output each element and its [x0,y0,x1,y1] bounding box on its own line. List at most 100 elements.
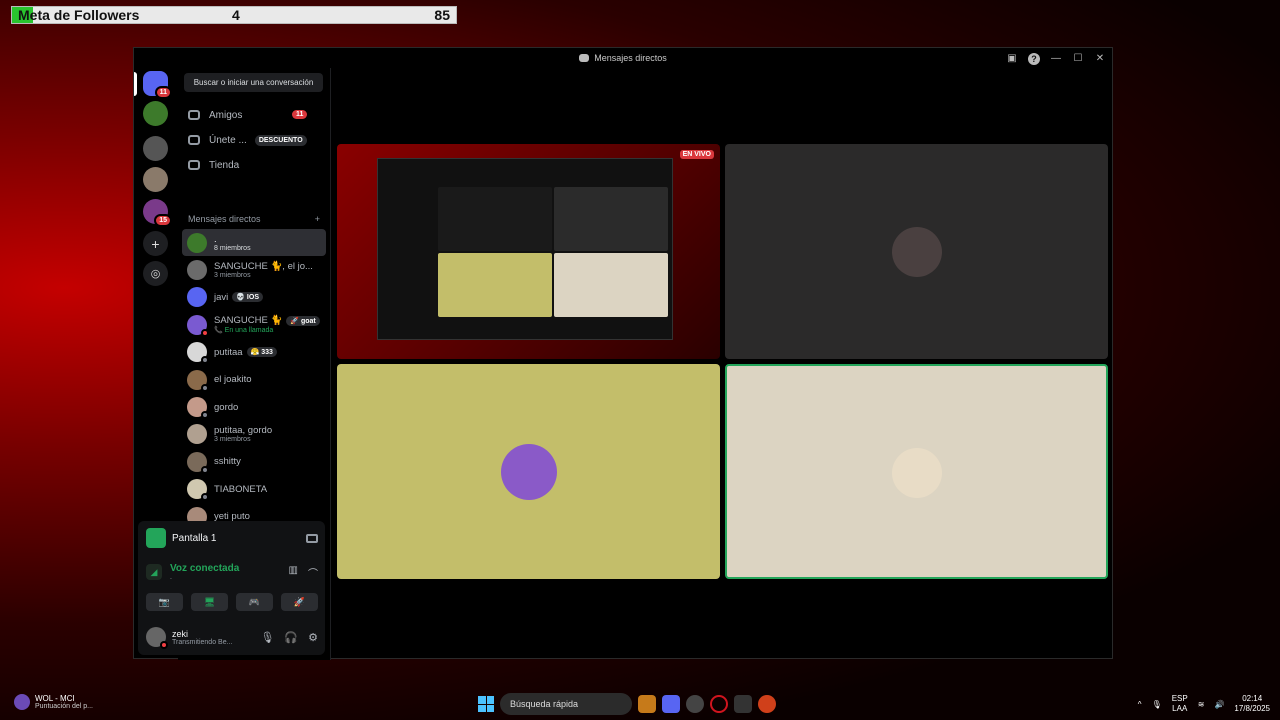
dm-item[interactable]: javi 💀 IOS [182,284,326,311]
dm-item[interactable]: SANGUCHE 🐈 🚀 goat 📞 En una llamada [182,311,326,338]
discover-icon[interactable]: ◎ [143,261,168,286]
minimize-button[interactable]: — [1048,50,1064,66]
volume-icon[interactable]: 🔊 [1214,700,1224,709]
app-icon[interactable] [734,695,752,713]
microphone-icon[interactable]: 🎙 [260,631,274,644]
server-icon-4[interactable]: 15 [143,199,172,227]
user-status: Transmitiendo Be... [172,638,233,646]
search-input[interactable]: Buscar o iniciar una conversación [184,73,323,92]
widget-sub: Puntuación del p... [35,703,93,710]
inbox-icon[interactable]: ▣ [1004,50,1020,66]
avatar [187,451,209,474]
help-icon[interactable]: ? [1026,50,1042,66]
taskbar-apps: Búsqueda rápida [478,693,776,715]
dm-item[interactable]: putitaa 😤 333 [182,339,326,366]
microphone-tray-icon[interactable]: 🎙 [1152,700,1162,709]
time: 02:14 [1242,694,1263,703]
settings-icon[interactable]: ⚙ [308,631,318,644]
dm-sub: 3 miembros [214,436,251,444]
dm-name: TIABONETA [214,483,268,495]
status-dot [201,328,209,337]
nitro-icon [188,135,200,145]
noise-suppression-icon[interactable]: ▥ [289,565,298,580]
dm-item[interactable]: .8 miembros [182,229,326,257]
participant-tile-speaking[interactable] [725,364,1108,579]
dm-item[interactable]: putitaa, gordo 3 miembros [182,421,326,448]
system-tray: ^ 🎙 ESP LAA ≋ 🔊 02:14 17/8/2025 [1138,694,1270,714]
preview-cell [554,187,668,251]
screen-share-button[interactable]: 🖥 [191,593,228,611]
avatar [187,260,207,281]
preview-cell [438,187,552,251]
add-server-icon[interactable]: + [143,231,168,256]
obs-icon[interactable] [686,695,704,713]
server-icon-2[interactable] [143,136,168,161]
avatar [187,287,207,308]
disconnect-icon[interactable]: ⌒ [308,565,318,580]
title-bar: Mensajes directos ▣ ? — ☐ ✕ [134,48,1112,68]
dm-header-label: Mensajes directos [188,214,261,224]
dm-sub: 3 miembros [214,272,251,280]
stream-row: Pantalla 1 [146,528,318,548]
app-icon[interactable] [638,695,656,713]
taskbar-search[interactable]: Búsqueda rápida [500,693,632,715]
dm-sub: 8 miembros [214,244,251,252]
maximize-button[interactable]: ☐ [1070,50,1086,66]
wifi-icon[interactable]: ≋ [1198,700,1205,709]
language-top: ESP [1171,694,1188,703]
dm-item[interactable]: el joakito [182,366,326,393]
server-icon-3[interactable] [143,167,168,192]
server-rail: 11 15 + ◎ [134,68,178,518]
app-icon[interactable] [758,695,776,713]
dm-name: gordo [214,401,239,413]
dm-item[interactable]: sshitty [182,448,326,475]
taskbar-widget[interactable]: WOL - MCI Puntuación del p... [14,694,93,710]
chevron-up-icon[interactable]: ^ [1138,700,1142,709]
status-dot [201,465,209,474]
windows-start-icon[interactable] [478,696,494,712]
clock[interactable]: 02:14 17/8/2025 [1234,694,1270,714]
dm-item[interactable]: SANGUCHE 🐈, el jo... 3 miembros [182,256,326,283]
dm-sub: 📞 En una llamada [214,327,274,335]
participant-tile[interactable] [337,364,720,579]
discord-icon [579,54,590,62]
nav-friends[interactable]: Amigos [188,106,242,124]
user-avatar[interactable] [146,627,168,649]
headphones-icon[interactable]: 🎧 [284,631,298,644]
voice-channel: . [170,574,172,581]
home-button[interactable]: 11 [143,71,172,99]
dm-list: .8 miembros SANGUCHE 🐈, el jo... 3 miembr… [182,229,326,530]
soundboard-button[interactable]: 🚀 [281,593,318,611]
avatar [187,397,209,420]
status-dot [201,411,209,420]
camera-button[interactable]: 📷 [146,593,183,611]
voice-status[interactable]: Voz conectada [170,563,239,574]
taskbar: WOL - MCI Puntuación del p... Búsqueda r… [0,690,1280,720]
dm-name: . [214,233,217,245]
nav-nitro[interactable]: Únete ... DESCUENTO [188,131,307,149]
discord-taskbar-icon[interactable] [662,695,680,713]
opera-icon[interactable] [710,695,728,713]
participant-avatar [501,444,557,500]
avatar [187,424,207,445]
team-logo-icon [14,694,30,710]
create-dm-button[interactable]: + [315,214,320,224]
close-button[interactable]: ✕ [1092,50,1108,66]
activity-button[interactable]: 🎮 [236,593,273,611]
participant-tile[interactable] [725,144,1108,359]
server-icon-1[interactable] [143,101,168,126]
stream-tile[interactable]: EN VIVO [337,144,720,359]
preview-cell [554,253,668,317]
widget-title: WOL - MCI [35,694,75,703]
dm-item[interactable]: TIABONETA [182,476,326,503]
status-dot [160,641,168,649]
home-badge: 11 [154,86,172,99]
dm-item[interactable]: gordo [182,393,326,420]
stop-stream-button[interactable] [306,533,318,543]
window-controls: ▣ ? — ☐ ✕ [1004,50,1108,66]
followers-goal-bar: Meta de Followers 4 85 [11,6,457,24]
nav-shop[interactable]: Tienda [188,156,239,174]
avatar [187,479,209,502]
avatar [187,369,209,392]
language-indicator[interactable]: ESP LAA [1172,694,1188,714]
